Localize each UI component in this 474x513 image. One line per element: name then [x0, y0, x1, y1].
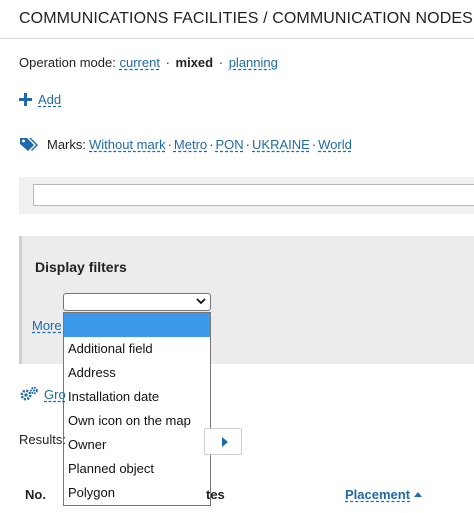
- separator: ·: [209, 136, 214, 152]
- filter-option-planned-object[interactable]: Planned object: [64, 457, 210, 481]
- search-input[interactable]: [33, 184, 474, 206]
- filter-option-owner[interactable]: Owner: [64, 433, 210, 457]
- filter-select-dropdown: Additional field Address Installation da…: [63, 312, 211, 506]
- play-right-icon: [222, 437, 228, 447]
- page-title: COMMUNICATIONS FACILITIES / COMMUNICATIO…: [19, 10, 473, 27]
- plus-icon: [19, 93, 32, 106]
- title-divider: [0, 38, 474, 39]
- filter-select[interactable]: [63, 293, 211, 311]
- filter-option-additional-field[interactable]: Additional field: [64, 337, 210, 361]
- column-header-placement[interactable]: Placement: [345, 487, 423, 502]
- separator: ·: [311, 136, 317, 152]
- mark-pon[interactable]: PON: [216, 137, 244, 152]
- filter-option-polygon[interactable]: Polygon: [64, 481, 210, 505]
- mode-mixed-active: mixed: [175, 55, 214, 70]
- chevron-down-icon: [196, 298, 206, 305]
- marks-row: Marks: Without mark · Metro · PON · UKRA…: [19, 136, 352, 152]
- operation-mode-row: Operation mode: current · mixed · planni…: [19, 55, 278, 70]
- separator: ·: [218, 55, 224, 70]
- mark-without-mark[interactable]: Without mark: [89, 137, 166, 152]
- column-header-no: No.: [25, 487, 46, 502]
- filter-option-empty[interactable]: [64, 313, 210, 337]
- filter-option-address[interactable]: Address: [64, 361, 210, 385]
- placement-sort-link[interactable]: Placement: [345, 487, 410, 502]
- sort-up-icon: [414, 492, 423, 497]
- add-link[interactable]: Add: [38, 92, 61, 107]
- column-header-partial: tes: [206, 487, 225, 502]
- group-operations-link[interactable]: Gro: [44, 387, 66, 402]
- separator: ·: [245, 136, 251, 152]
- mark-world[interactable]: World: [318, 137, 352, 152]
- mode-planning-link[interactable]: planning: [229, 55, 278, 70]
- filter-option-installation-date[interactable]: Installation date: [64, 385, 210, 409]
- more-filters-link[interactable]: More: [32, 318, 62, 333]
- results-label: Results:: [19, 432, 66, 447]
- marks-label: Marks:: [47, 136, 86, 152]
- display-filters-title: Display filters: [35, 259, 127, 275]
- mark-metro[interactable]: Metro: [174, 137, 207, 152]
- operation-mode-label: Operation mode:: [19, 55, 116, 70]
- separator: ·: [165, 55, 170, 70]
- separator: ·: [167, 136, 172, 152]
- mark-ukraine[interactable]: UKRAINE: [252, 137, 310, 152]
- tags-icon: [20, 138, 38, 151]
- gears-icon: [20, 386, 38, 401]
- add-button[interactable]: Add: [19, 92, 61, 107]
- pager-next-button[interactable]: [204, 428, 242, 455]
- mode-current-link[interactable]: current: [119, 55, 159, 70]
- filter-option-own-icon[interactable]: Own icon on the map: [64, 409, 210, 433]
- group-operations-row[interactable]: Gro: [19, 386, 66, 402]
